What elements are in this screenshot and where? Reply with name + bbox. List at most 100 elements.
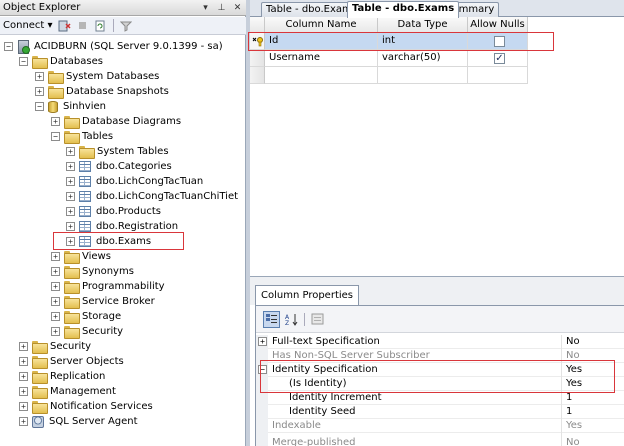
tree-node-service-broker[interactable]: + Service Broker xyxy=(51,294,155,309)
folder-icon xyxy=(32,56,48,69)
tree-node-storage[interactable]: + Storage xyxy=(51,309,121,324)
expand-icon[interactable]: + xyxy=(66,147,75,156)
folder-icon xyxy=(32,341,48,354)
column-divider xyxy=(561,335,562,349)
tree-node-management[interactable]: + Management xyxy=(19,384,116,399)
tree-node-views[interactable]: + Views xyxy=(51,249,111,264)
property-identity-increment[interactable]: Identity Increment 1 xyxy=(256,391,624,405)
connect-server-icon[interactable] xyxy=(58,20,71,32)
property-value: No xyxy=(566,437,580,446)
tree-node-replication[interactable]: + Replication xyxy=(19,369,105,384)
tree-node-table[interactable]: + dbo.Categories xyxy=(66,159,172,174)
collapse-icon[interactable]: − xyxy=(35,102,44,111)
refresh-icon[interactable] xyxy=(94,20,107,32)
window-position-icon[interactable]: ▾ xyxy=(200,3,211,14)
object-explorer-panel: Object Explorer ▾ ⊥ ✕ Connect ▾ − ACIDBU… xyxy=(0,0,246,446)
expand-icon[interactable]: + xyxy=(66,192,75,201)
property-value: 1 xyxy=(566,392,573,403)
expand-icon[interactable]: + xyxy=(66,222,75,231)
folder-icon xyxy=(32,356,48,369)
tree-label: System Tables xyxy=(97,146,169,157)
pin-icon[interactable]: ⊥ xyxy=(216,3,227,14)
categorized-icon[interactable] xyxy=(263,310,280,328)
tree-node-db-security[interactable]: + Security xyxy=(51,324,123,339)
tree-node-security[interactable]: + Security xyxy=(19,339,91,354)
property-identity-seed[interactable]: Identity Seed 1 xyxy=(256,405,624,419)
cell-data-type-new[interactable] xyxy=(378,67,468,84)
expand-icon[interactable]: + xyxy=(19,372,28,381)
expand-icon[interactable]: + xyxy=(19,402,28,411)
object-explorer-tree: − ACIDBURN (SQL Server 9.0.1399 - sa) − … xyxy=(0,37,245,446)
property-pages-icon[interactable] xyxy=(309,311,326,328)
expand-icon[interactable]: + xyxy=(19,387,28,396)
property-merge-published[interactable]: Merge-published No xyxy=(256,433,624,446)
filter-icon[interactable] xyxy=(120,20,133,32)
tree-node-databases[interactable]: − Databases xyxy=(19,54,103,69)
tree-node-system-tables[interactable]: + System Tables xyxy=(66,144,169,159)
tree-node-sinhvien[interactable]: − Sinhvien xyxy=(35,99,106,114)
row-selector-new[interactable] xyxy=(250,67,265,84)
tree-node-table[interactable]: + dbo.LichCongTacTuanChiTiet xyxy=(66,189,238,204)
table-designer: Table - dbo.Exams Table - dbo.Exams Summ… xyxy=(248,0,624,446)
expand-icon[interactable]: + xyxy=(19,357,28,366)
tree-node-synonyms[interactable]: + Synonyms xyxy=(51,264,134,279)
tree-label: Databases xyxy=(50,56,103,67)
expand-icon[interactable]: + xyxy=(66,177,75,186)
property-name: Indexable xyxy=(272,420,321,431)
alphabetical-icon[interactable]: AZ xyxy=(283,311,300,328)
collapse-icon[interactable]: − xyxy=(19,57,28,66)
highlight-box-exams xyxy=(53,232,184,250)
property-value: Yes xyxy=(566,420,583,431)
collapse-icon[interactable]: − xyxy=(51,132,60,141)
tree-node-database-diagrams[interactable]: + Database Diagrams xyxy=(51,114,181,129)
tree-node-notification-services[interactable]: + Notification Services xyxy=(19,399,153,414)
expand-icon[interactable]: + xyxy=(51,297,60,306)
property-gutter xyxy=(256,391,268,405)
ssms-window: Object Explorer ▾ ⊥ ✕ Connect ▾ − ACIDBU… xyxy=(0,0,624,446)
expand-icon[interactable]: + xyxy=(66,162,75,171)
tree-node-table[interactable]: + dbo.Products xyxy=(66,204,161,219)
expand-icon[interactable]: + xyxy=(66,207,75,216)
tree-node-server-objects[interactable]: + Server Objects xyxy=(19,354,124,369)
connect-button[interactable]: Connect ▾ xyxy=(3,20,53,31)
expand-icon[interactable]: + xyxy=(51,267,60,276)
close-icon[interactable]: ✕ xyxy=(232,3,243,14)
expand-icon[interactable]: + xyxy=(51,117,60,126)
allow-nulls-checkbox[interactable]: ✓ xyxy=(494,53,505,64)
expand-icon[interactable]: + xyxy=(258,337,267,346)
tree-node-programmability[interactable]: + Programmability xyxy=(51,279,165,294)
row-selector[interactable] xyxy=(250,50,265,67)
tree-node-sql-server-agent[interactable]: + SQL Server Agent xyxy=(19,414,138,429)
cell-allow-nulls-new[interactable] xyxy=(468,67,528,84)
property-indexable[interactable]: Indexable Yes xyxy=(256,419,624,433)
tree-label: dbo.LichCongTacTuanChiTiet xyxy=(96,191,239,202)
tree-node-system-databases[interactable]: + System Databases xyxy=(35,69,159,84)
table-icon xyxy=(79,206,91,217)
expand-icon[interactable]: + xyxy=(35,87,44,96)
tree-node-table[interactable]: + dbo.LichCongTacTuan xyxy=(66,174,203,189)
tab-table-dbo-exams-active[interactable]: Table - dbo.Exams xyxy=(347,1,460,18)
tree-node-server[interactable]: − ACIDBURN (SQL Server 9.0.1399 - sa) xyxy=(4,39,223,54)
expand-icon[interactable]: + xyxy=(51,282,60,291)
cell-data-type[interactable]: varchar(50) xyxy=(378,50,468,67)
tree-node-database-snapshots[interactable]: + Database Snapshots xyxy=(35,84,169,99)
expand-icon[interactable]: + xyxy=(19,342,28,351)
expand-icon[interactable]: + xyxy=(51,327,60,336)
header-data-type: Data Type xyxy=(378,17,468,33)
expand-icon[interactable]: + xyxy=(51,312,60,321)
header-column-name: Column Name xyxy=(265,17,378,33)
expand-icon[interactable]: + xyxy=(51,252,60,261)
cell-column-name[interactable]: Username xyxy=(265,50,378,67)
collapse-icon[interactable]: − xyxy=(4,42,13,51)
header-allow-nulls: Allow Nulls xyxy=(468,17,528,33)
tab-column-properties[interactable]: Column Properties xyxy=(255,285,360,305)
property-grid: AZ + Full-text Specification No Has Non-… xyxy=(255,305,624,446)
expand-icon[interactable]: + xyxy=(35,72,44,81)
property-name: Merge-published xyxy=(272,437,356,446)
folder-icon xyxy=(64,326,80,339)
property-full-text-spec[interactable]: + Full-text Specification No xyxy=(256,335,624,349)
stop-icon[interactable] xyxy=(76,20,89,32)
expand-icon[interactable]: + xyxy=(19,417,28,426)
cell-column-name-new[interactable] xyxy=(265,67,378,84)
tree-node-tables[interactable]: − Tables xyxy=(51,129,113,144)
